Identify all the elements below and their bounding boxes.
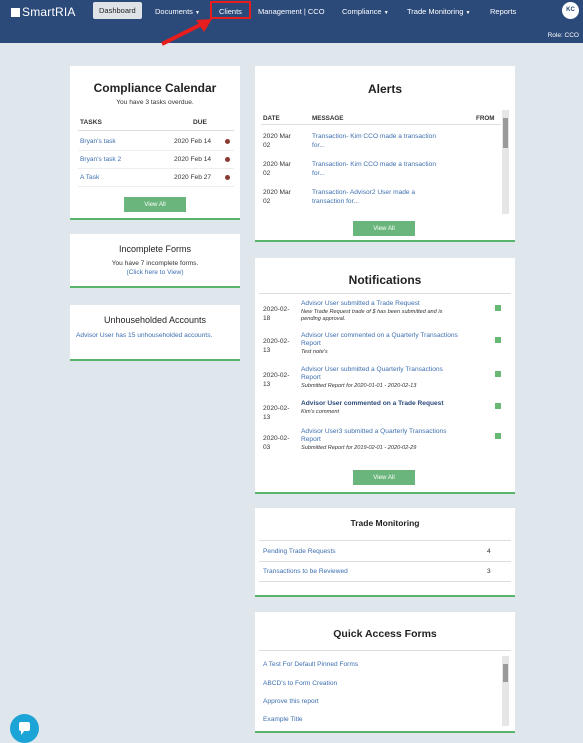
notifications-title: Notifications [348,273,422,287]
nav-documents[interactable]: Documents ▼ [155,7,200,16]
notification-title-link[interactable]: Advisor User commented on a Trade Reques… [301,400,491,408]
notification-date: 2020-02- 13 [263,405,290,421]
notification-title-link[interactable]: Advisor User3 submitted a Quarterly Tran… [301,428,491,444]
calendar-task-link[interactable]: A Task [80,174,99,181]
user-avatar[interactable]: KC [562,2,579,19]
notification-date: 2020-02- 18 [263,306,290,322]
notification-title-link[interactable]: Advisor User submitted a Trade Request [301,300,491,308]
notification-date: 2020-02- 13 [263,372,290,388]
trade-monitoring-card: Trade Monitoring Pending Trade Requests … [255,508,515,597]
notifications-view-all-button[interactable]: View All [353,470,415,485]
quick-access-forms-card: Quick Access Forms A Test For Default Pi… [255,612,515,733]
calendar-task-link[interactable]: Bryan's task 2 [80,156,121,163]
col-tasks: TASKS [80,119,102,126]
scrollbar-thumb[interactable] [503,664,508,682]
transactions-to-review-count: 3 [487,568,491,575]
role-label: Role: CCO [547,32,579,39]
top-navbar: SmartRIA Dashboard Documents ▼ Clients M… [0,0,583,43]
caret-down-icon: ▼ [465,10,471,16]
calendar-subtitle: You have 3 tasks overdue. [116,99,194,106]
notification-subtext: Test note's [301,349,328,355]
notification-date: 2020-02- 03 [263,435,290,451]
unread-marker-icon[interactable] [495,371,501,377]
alerts-scrollbar[interactable] [502,110,509,214]
incomplete-forms-count: You have 7 incomplete forms. [111,260,199,267]
alert-message-link[interactable]: Transaction- Advisor2 User made a transac… [312,188,415,206]
nav-reports[interactable]: Reports [490,7,516,16]
notification-subtext: Submitted Report for 2020-01-01 - 2020-0… [301,383,417,389]
quick-access-form-link[interactable]: Approve this report [263,698,319,705]
quick-access-title: Quick Access Forms [333,628,437,640]
alert-date: 2020 Mar 02 [263,189,291,205]
read-marker-icon[interactable] [495,403,501,409]
alerts-view-all-button[interactable]: View All [353,221,415,236]
divider [78,130,234,131]
quick-access-form-link[interactable]: ABCD's to Form Creation [263,680,337,687]
notification-date: 2020-02- 13 [263,338,290,354]
alerts-title: Alerts [367,82,402,96]
compliance-calendar-card: Compliance Calendar You have 3 tasks ove… [70,66,240,220]
pending-trade-requests-link[interactable]: Pending Trade Requests [263,548,336,555]
unread-marker-icon[interactable] [495,433,501,439]
overdue-dot-icon [225,157,230,162]
unread-marker-icon[interactable] [495,337,501,343]
calendar-task-link[interactable]: Bryan's task [80,138,116,145]
incomplete-forms-card: Incomplete Forms You have 7 incomplete f… [70,234,240,288]
unhouseholded-link[interactable]: Advisor User has 15 unhouseholded accoun… [76,331,226,340]
incomplete-forms-title: Incomplete Forms [118,244,192,254]
clients-highlight-box [210,1,251,19]
incomplete-forms-link[interactable]: (Click here to View) [70,269,240,276]
col-due: DUE [193,119,207,126]
col-date: DATE [263,115,280,122]
col-message: MESSAGE [312,115,344,122]
chat-launcher-button[interactable] [10,714,39,743]
nav-management[interactable]: Management | CCO [258,7,325,16]
scrollbar-thumb[interactable] [503,118,508,148]
alert-message-link[interactable]: Transaction- Kim CCO made a transaction f… [312,132,436,150]
calendar-task-due: 2020 Feb 14 [174,138,212,145]
caret-down-icon: ▼ [383,10,389,16]
alert-date: 2020 Mar 02 [263,133,291,149]
notification-title-link[interactable]: Advisor User submitted a Quarterly Trans… [301,366,491,382]
alert-date: 2020 Mar 02 [263,161,291,177]
logo-check-icon [11,8,20,17]
quick-access-form-link[interactable]: A Test For Default Pinned Forms [263,661,358,668]
calendar-view-all-button[interactable]: View All [124,197,186,212]
red-arrow-annotation [161,19,212,46]
notification-subtext: New Trade Request trade of $ has been su… [301,309,443,322]
chat-bubble-icon [19,722,30,735]
nav-compliance[interactable]: Compliance ▼ [342,7,389,16]
smartria-logo[interactable]: SmartRIA [11,5,76,19]
notification-title-link[interactable]: Advisor User commented on a Quarterly Tr… [301,332,491,348]
alerts-card: Alerts DATE MESSAGE FROM 2020 Mar 02 Tran… [255,66,515,242]
calendar-task-due: 2020 Feb 27 [174,174,212,181]
quick-access-scrollbar[interactable] [502,656,509,726]
nav-dashboard[interactable]: Dashboard [93,2,142,19]
unread-marker-icon[interactable] [495,305,501,311]
notifications-card: Notifications 2020-02- 18 Advisor User su… [255,258,515,494]
calendar-title: Compliance Calendar [93,81,217,95]
overdue-dot-icon [225,175,230,180]
pending-trade-requests-count: 4 [487,548,491,555]
transactions-to-review-link[interactable]: Transactions to be Reviewed [263,568,348,575]
unhouseholded-title: Unhouseholded Accounts [103,315,207,325]
alert-message-link[interactable]: Transaction- Kim CCO made a transaction f… [312,160,436,178]
quick-access-form-link[interactable]: Example Title [263,716,303,723]
notification-subtext: Submitted Report for 2019-02-01 - 2020-0… [301,445,417,451]
col-from: FROM [476,115,495,122]
notification-subtext: Kim's comment [301,409,340,415]
trade-monitoring-title: Trade Monitoring [350,518,420,528]
nav-trade-monitoring[interactable]: Trade Monitoring ▼ [407,7,470,16]
calendar-task-due: 2020 Feb 14 [174,156,212,163]
unhouseholded-accounts-card: Unhouseholded Accounts Advisor User has … [70,305,240,361]
overdue-dot-icon [225,139,230,144]
